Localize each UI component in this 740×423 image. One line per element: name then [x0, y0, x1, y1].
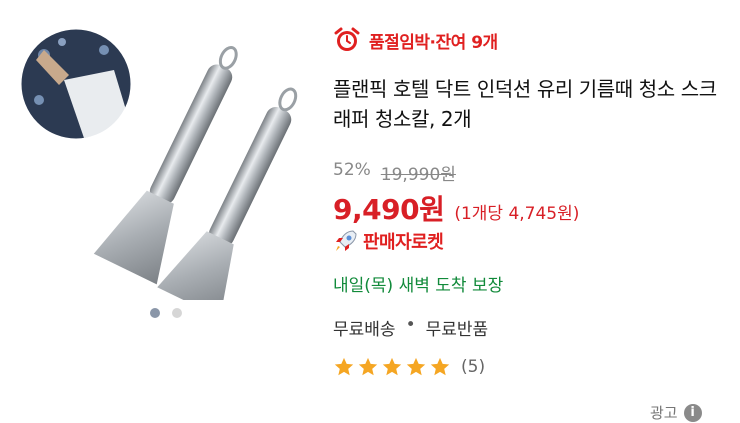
review-count[interactable]: (5)	[461, 357, 485, 377]
discount-row: 52% 19,990원	[333, 160, 456, 185]
stock-alert: 품절임박·잔여 9개	[333, 26, 498, 54]
delivery-promise: 내일(목) 새벽 도착 보장	[333, 276, 504, 296]
free-return-label: 무료반품	[425, 320, 489, 340]
sale-price: 9,490원	[333, 193, 445, 226]
ad-label[interactable]: 광고 i	[650, 402, 702, 423]
separator-dot: •	[405, 315, 416, 335]
star-icon	[334, 357, 354, 376]
carousel-indicator	[150, 308, 182, 318]
seller-rocket-label: 판매자로켓	[363, 232, 444, 253]
carousel-dot-2[interactable]	[172, 308, 182, 318]
discount-rate: 52%	[333, 160, 371, 180]
product-title[interactable]: 플랜픽 호텔 닥트 인덕션 유리 기름때 청소 스크래퍼 청소칼, 2개	[333, 74, 733, 134]
star-icon	[430, 357, 450, 376]
star-icon	[382, 357, 402, 376]
star-icon	[406, 357, 426, 376]
carousel-dot-1[interactable]	[150, 308, 160, 318]
rocket-icon	[336, 230, 357, 251]
alarm-clock-icon	[334, 27, 360, 51]
product-image[interactable]	[14, 20, 310, 318]
stock-alert-text: 품절임박·잔여 9개	[369, 32, 498, 53]
seller-rocket-badge: 판매자로켓	[333, 228, 444, 254]
rating[interactable]: (5)	[333, 356, 485, 378]
free-shipping-label: 무료배송	[333, 320, 396, 340]
ad-text: 광고	[650, 404, 678, 422]
original-price: 19,990원	[380, 165, 456, 185]
star-icon	[358, 357, 378, 376]
shipping-info: 무료배송 • 무료반품	[333, 315, 488, 340]
price-row: 9,490원 (1개당 4,745원)	[333, 188, 579, 228]
unit-price: (1개당 4,745원)	[454, 204, 580, 224]
